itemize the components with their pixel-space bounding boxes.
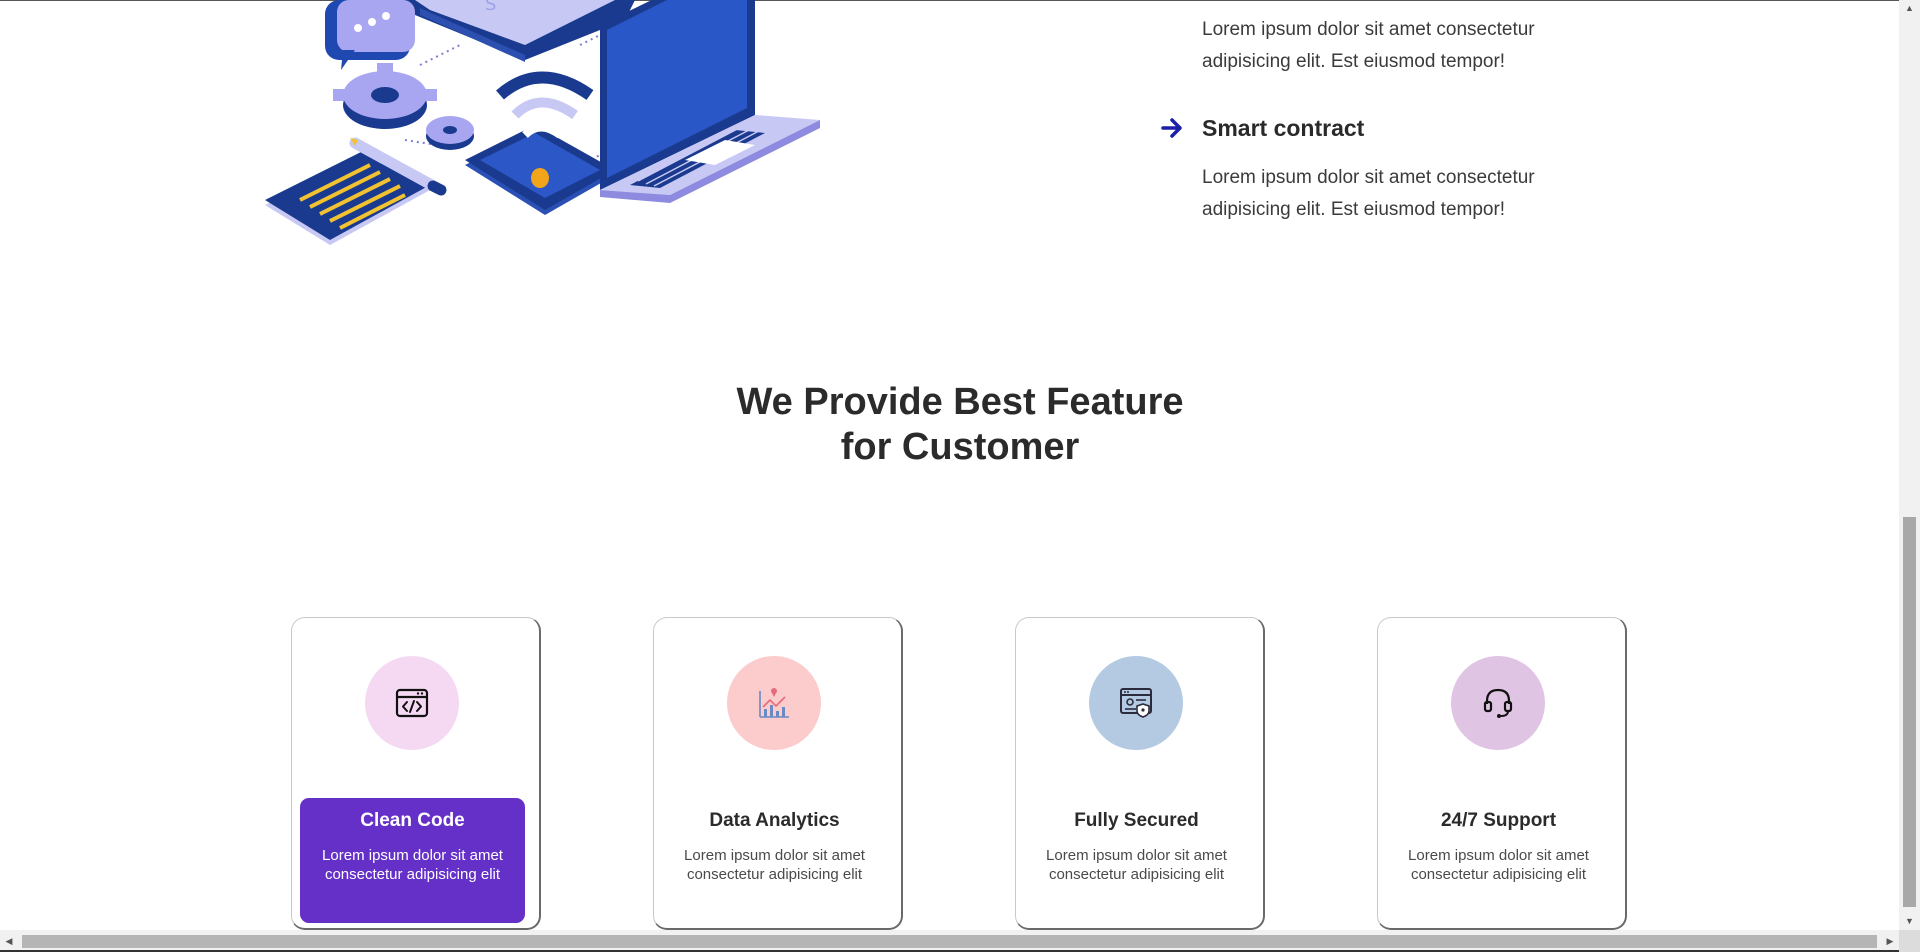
scroll-left-arrow-icon[interactable]: ◀ xyxy=(0,930,18,952)
section-title: We Provide Best Feature for Customer xyxy=(0,380,1899,470)
card-title: Data Analytics xyxy=(709,810,840,831)
card-title: Fully Secured xyxy=(1074,810,1199,831)
icon-circle xyxy=(727,656,821,750)
scroll-right-arrow-icon[interactable]: ▶ xyxy=(1881,930,1899,952)
card-body: Data Analytics Lorem ipsum dolor sit ame… xyxy=(662,798,887,923)
blockchain-illustration: S xyxy=(255,0,845,260)
section-title-line: for Customer xyxy=(840,426,1080,468)
code-window-icon xyxy=(395,688,429,718)
card-title: 24/7 Support xyxy=(1440,810,1557,831)
scroll-up-arrow-icon[interactable]: ▲ xyxy=(1899,0,1920,17)
card-description: Lorem ipsum dolor sit amet consectetur a… xyxy=(322,847,503,883)
card-body: 24/7 Support Lorem ipsum dolor sit amet … xyxy=(1386,798,1611,923)
analytics-chart-icon xyxy=(759,688,789,718)
arrow-right-icon xyxy=(1161,118,1182,138)
card-body: Clean Code Lorem ipsum dolor sit amet co… xyxy=(300,798,525,923)
feature-card-data-analytics[interactable]: Data Analytics Lorem ipsum dolor sit ame… xyxy=(653,617,903,930)
feature-card-support[interactable]: 24/7 Support Lorem ipsum dolor sit amet … xyxy=(1377,617,1627,930)
card-description: Lorem ipsum dolor sit amet consectetur a… xyxy=(1046,847,1227,883)
card-body: Fully Secured Lorem ipsum dolor sit amet… xyxy=(1024,798,1249,923)
scroll-down-arrow-icon[interactable]: ▼ xyxy=(1899,913,1920,930)
secure-browser-icon xyxy=(1120,688,1152,718)
icon-circle xyxy=(1089,656,1183,750)
card-title: Clean Code xyxy=(360,810,465,831)
headset-icon xyxy=(1483,688,1513,718)
svg-text:S: S xyxy=(485,0,496,15)
page-viewport: S Lorem ipsum dolor sit amet consectetur… xyxy=(0,0,1899,930)
card-description: Lorem ipsum dolor sit amet consectetur a… xyxy=(1408,847,1589,883)
vertical-scroll-thumb[interactable] xyxy=(1903,517,1916,907)
horizontal-scroll-thumb[interactable] xyxy=(22,935,1877,948)
icon-circle xyxy=(365,656,459,750)
feature-title: Smart contract xyxy=(1202,115,1365,141)
feature-description: Lorem ipsum dolor sit amet consectetur a… xyxy=(1202,167,1535,220)
horizontal-scrollbar[interactable]: ◀ ▶ xyxy=(0,930,1899,952)
feature-card-fully-secured[interactable]: Fully Secured Lorem ipsum dolor sit amet… xyxy=(1015,617,1265,930)
scrollbar-corner xyxy=(1899,930,1920,952)
vertical-scrollbar[interactable]: ▲ ▼ xyxy=(1899,0,1920,930)
feature-card-clean-code[interactable]: Clean Code Lorem ipsum dolor sit amet co… xyxy=(291,617,541,930)
icon-circle xyxy=(1451,656,1545,750)
card-description: Lorem ipsum dolor sit amet consectetur a… xyxy=(684,847,865,883)
feature-description: Lorem ipsum dolor sit amet consectetur a… xyxy=(1202,19,1535,72)
section-title-line: We Provide Best Feature xyxy=(736,381,1184,423)
